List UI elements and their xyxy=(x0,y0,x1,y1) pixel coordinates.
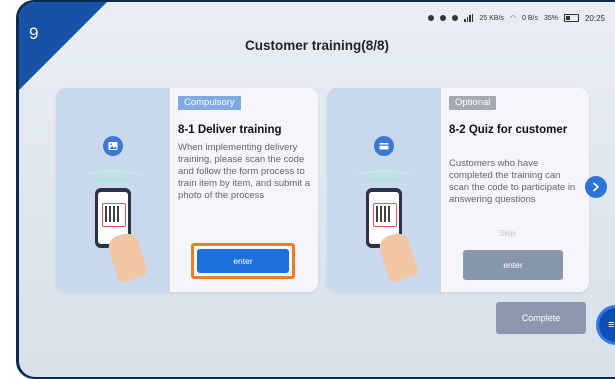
optional-tag: Optional xyxy=(449,96,497,110)
notification-dot-icon xyxy=(440,15,447,21)
notification-dot-icon xyxy=(452,15,459,21)
enter-button-quiz[interactable]: enter xyxy=(463,250,563,280)
card-title: 8-1 Deliver training xyxy=(178,124,282,136)
enter-button-deliver[interactable]: enter xyxy=(197,249,289,273)
card-description: When implementing delivery training, ple… xyxy=(178,142,310,201)
card-body: Optional 8-2 Quiz for customer Customers… xyxy=(449,88,584,292)
compulsory-tag: Compulsory xyxy=(178,96,241,110)
wifi-icon: ◠ xyxy=(509,15,516,22)
status-bar: 25 KB/s ◠ 0 B/s 35% 20:25 xyxy=(428,11,605,25)
hand-icon xyxy=(105,230,149,284)
complete-button[interactable]: Complete xyxy=(496,302,586,334)
enter-button-highlight: enter xyxy=(191,243,295,279)
scan-illustration xyxy=(327,88,441,292)
training-card-deliver: Compulsory 8-1 Deliver training When imp… xyxy=(56,88,318,292)
clock: 20:25 xyxy=(584,13,605,23)
next-arrow-button[interactable] xyxy=(585,176,607,198)
image-icon xyxy=(103,136,123,156)
battery-icon xyxy=(563,14,579,22)
wifi-speed: 0 B/s xyxy=(522,14,538,22)
card-title: 8-2 Quiz for customer xyxy=(449,124,568,136)
notification-dot-icon xyxy=(428,15,435,21)
chevron-right-icon xyxy=(593,182,599,192)
card-body: Compulsory 8-1 Deliver training When imp… xyxy=(178,88,313,292)
battery-level: 35% xyxy=(543,14,558,22)
network-speed: 25 KB/s xyxy=(479,14,504,22)
signal-icon xyxy=(464,14,474,22)
card-icon xyxy=(374,136,394,156)
scan-illustration xyxy=(56,88,170,292)
training-card-quiz: Optional 8-2 Quiz for customer Customers… xyxy=(327,88,589,292)
qr-code-icon xyxy=(105,206,121,222)
qr-code-icon xyxy=(376,206,392,222)
tablet-frame: 9 25 KB/s ◠ 0 B/s 35% 20:25 Customer tra… xyxy=(16,0,615,379)
page-title: Customer training(8/8) xyxy=(244,38,390,53)
screen: 9 25 KB/s ◠ 0 B/s 35% 20:25 Customer tra… xyxy=(19,2,615,377)
skip-link[interactable]: Skip xyxy=(499,228,516,238)
card-description: Customers who have completed the trainin… xyxy=(449,158,576,205)
hand-icon xyxy=(376,230,420,284)
